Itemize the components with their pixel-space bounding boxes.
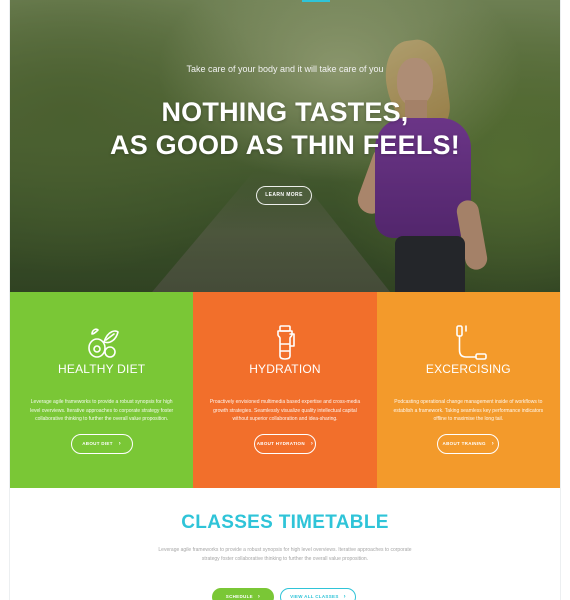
button-label: ABOUT TRAINING bbox=[442, 441, 486, 446]
about-diet-button[interactable]: ABOUT DIET › bbox=[70, 434, 133, 454]
button-label: SCHEDULE bbox=[225, 594, 253, 599]
button-label: ABOUT HYDRATION bbox=[256, 441, 305, 446]
water-bottle-icon bbox=[277, 325, 295, 360]
hero-headline-line2: AS GOOD AS THIN FEELS! bbox=[110, 130, 460, 160]
feature-description: Podcasting operational change management… bbox=[393, 399, 544, 422]
jump-rope-icon bbox=[456, 325, 488, 360]
hero-headline-line1: NOTHING TASTES, bbox=[161, 97, 409, 127]
chevron-right-icon: › bbox=[257, 594, 261, 600]
about-hydration-button[interactable]: ABOUT HYDRATION › bbox=[253, 434, 316, 454]
feature-healthy-diet: HEALTHY DIET Leverage agile frameworks t… bbox=[10, 292, 194, 488]
healthy-diet-icon bbox=[87, 328, 119, 358]
timetable-title: CLASSES TIMETABLE bbox=[181, 512, 389, 533]
feature-hydration: HYDRATION Proactively envisioned multime… bbox=[193, 292, 377, 488]
feature-description: Proactively envisioned multimedia based … bbox=[209, 399, 361, 422]
chevron-right-icon: › bbox=[343, 594, 346, 600]
schedule-button[interactable]: SCHEDULE › bbox=[212, 588, 274, 600]
button-label: ABOUT DIET bbox=[82, 441, 113, 446]
hero-tagline: Take care of your body and it will take … bbox=[186, 64, 384, 74]
chevron-right-icon: › bbox=[310, 441, 314, 447]
view-all-classes-button[interactable]: VIEW ALL CLASSES › bbox=[280, 588, 356, 600]
learn-more-button[interactable]: LEARN MORE bbox=[256, 186, 312, 205]
chevron-right-icon: › bbox=[491, 441, 495, 447]
timetable-section: CLASSES TIMETABLE Leverage agile framewo… bbox=[10, 488, 560, 600]
page-frame: Take care of your body and it will take … bbox=[10, 0, 560, 600]
features-section: HEALTHY DIET Leverage agile frameworks t… bbox=[10, 292, 560, 488]
chevron-right-icon: › bbox=[118, 441, 122, 447]
feature-exercising: EXCERCISING Podcasting operational chang… bbox=[376, 292, 560, 488]
feature-description: Leverage agile frameworks to provide a r… bbox=[30, 399, 174, 422]
hero-section: Take care of your body and it will take … bbox=[10, 0, 560, 292]
feature-title: EXCERCISING bbox=[425, 362, 511, 376]
feature-title: HYDRATION bbox=[249, 362, 321, 376]
feature-title: HEALTHY DIET bbox=[58, 362, 146, 376]
timetable-description: Leverage agile frameworks to provide a r… bbox=[158, 547, 412, 562]
nav-active-indicator bbox=[302, 0, 330, 2]
about-training-button[interactable]: ABOUT TRAINING › bbox=[437, 434, 500, 454]
hero-headline: NOTHING TASTES, AS GOOD AS THIN FEELS! bbox=[10, 96, 560, 162]
button-label: VIEW ALL CLASSES bbox=[290, 594, 339, 599]
